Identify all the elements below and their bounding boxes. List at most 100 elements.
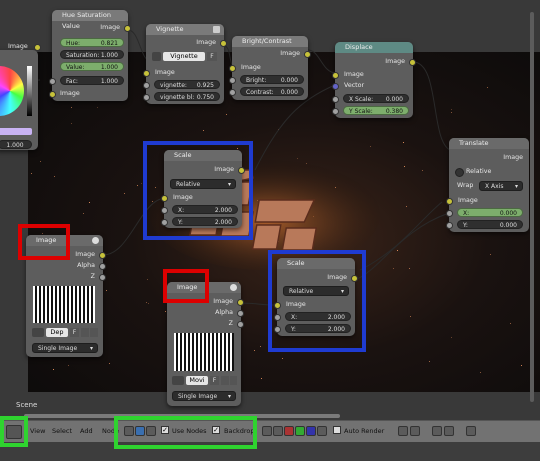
fake-user-toggle[interactable]: F bbox=[70, 328, 79, 337]
alpha-output-label: Alpha bbox=[215, 309, 233, 316]
color-wheel-node[interactable]: Image 1.000 bbox=[0, 43, 41, 150]
color-swatch[interactable] bbox=[0, 128, 32, 135]
backdrop-rgb-icon[interactable] bbox=[273, 426, 283, 436]
x-socket[interactable] bbox=[446, 210, 453, 217]
image-name[interactable]: Movi bbox=[186, 376, 208, 385]
z-output-socket[interactable] bbox=[99, 274, 106, 281]
open-icon[interactable] bbox=[221, 376, 229, 385]
displace-node[interactable]: Displace Image Image Vector X Scale: 0.00… bbox=[332, 42, 416, 118]
image-output-socket[interactable] bbox=[237, 299, 244, 306]
source-select[interactable]: Single Image bbox=[32, 343, 98, 353]
image-input-socket[interactable] bbox=[332, 72, 339, 79]
output-socket[interactable] bbox=[124, 25, 131, 32]
image-datablock[interactable]: Movi F bbox=[172, 376, 238, 386]
image-output-socket[interactable] bbox=[99, 252, 106, 259]
value-field[interactable]: 1.000 bbox=[0, 140, 32, 149]
fake-user-toggle[interactable]: F bbox=[207, 52, 217, 61]
open-icon[interactable] bbox=[81, 328, 89, 337]
bright-contrast-node[interactable]: Bright/Contrast Image Image Bright: 0.000… bbox=[229, 36, 311, 100]
copy-icon[interactable] bbox=[432, 426, 442, 436]
source-select[interactable]: Single Image bbox=[172, 391, 236, 401]
vignette-blur-field[interactable]: vignette bl: 0.750 bbox=[154, 92, 220, 101]
backdrop-channels-icon[interactable] bbox=[262, 426, 272, 436]
output-socket[interactable] bbox=[409, 59, 416, 66]
image-preview bbox=[33, 286, 95, 323]
output-socket[interactable] bbox=[304, 51, 311, 58]
contrast-socket[interactable] bbox=[229, 89, 236, 96]
y-scale-field[interactable]: Y Scale: 0.380 bbox=[343, 106, 409, 115]
output-label: Image bbox=[385, 58, 405, 65]
snap-target-icon[interactable] bbox=[410, 426, 420, 436]
translate-node[interactable]: Translate Image Relative Wrap X Axis Ima… bbox=[446, 138, 529, 232]
snap-icon[interactable] bbox=[398, 426, 408, 436]
menu-add[interactable]: Add bbox=[80, 427, 93, 435]
bright-socket[interactable] bbox=[229, 77, 236, 84]
saturation-field[interactable]: Saturation: 1.000 bbox=[60, 50, 124, 59]
fac-field[interactable]: Fac: 1.000 bbox=[60, 76, 124, 85]
preview-toggle-icon[interactable] bbox=[92, 237, 99, 244]
unlink-icon[interactable] bbox=[230, 376, 237, 385]
preview-toggle-icon[interactable] bbox=[230, 284, 237, 291]
value-slider[interactable] bbox=[27, 66, 32, 116]
node-title[interactable]: Hue Saturation Value bbox=[52, 10, 128, 30]
input-socket[interactable] bbox=[229, 65, 236, 72]
node-title[interactable]: Displace bbox=[335, 42, 413, 53]
backdrop-blue-icon[interactable] bbox=[306, 426, 316, 436]
vertical-scrollbar[interactable] bbox=[530, 12, 534, 402]
image-1-title-highlight bbox=[18, 224, 70, 260]
image-browse-icon[interactable] bbox=[32, 328, 44, 337]
vector-input-socket[interactable] bbox=[332, 83, 339, 90]
contrast-field[interactable]: Contrast: 0.000 bbox=[240, 87, 304, 96]
color-wheel[interactable] bbox=[0, 66, 24, 116]
paste-icon[interactable] bbox=[444, 426, 454, 436]
alpha-output-socket[interactable] bbox=[99, 263, 106, 270]
input-label: Image bbox=[155, 69, 175, 76]
value-field[interactable]: Value: 1.000 bbox=[60, 62, 124, 71]
node-title[interactable]: Bright/Contrast bbox=[232, 36, 308, 47]
menu-select[interactable]: Select bbox=[52, 427, 72, 435]
hue-saturation-node[interactable]: Hue Saturation Value Image Hue: 0.821 Sat… bbox=[49, 10, 131, 101]
relative-checkbox[interactable] bbox=[455, 168, 464, 177]
input-socket[interactable] bbox=[49, 91, 56, 98]
output-socket[interactable] bbox=[220, 40, 227, 47]
alpha-output-label: Alpha bbox=[77, 262, 95, 269]
fac-socket[interactable] bbox=[49, 78, 56, 85]
menu-view[interactable]: View bbox=[30, 427, 45, 435]
group-datablock[interactable]: Vignette F bbox=[152, 52, 218, 62]
alpha-output-socket[interactable] bbox=[237, 310, 244, 317]
wrap-select[interactable]: X Axis bbox=[479, 181, 523, 191]
scale-1-highlight bbox=[143, 141, 253, 240]
node-editor-header: View Select Add Node ✓ Use Nodes ✓ Backd… bbox=[0, 420, 540, 443]
x-scale-socket[interactable] bbox=[332, 96, 339, 103]
vignette-field[interactable]: vignette: 0.925 bbox=[154, 80, 220, 89]
y-scale-socket[interactable] bbox=[332, 108, 339, 115]
backdrop-green-icon[interactable] bbox=[295, 426, 305, 436]
y-field[interactable]: Y: 0.000 bbox=[457, 220, 523, 229]
backdrop-alpha-icon[interactable] bbox=[317, 426, 327, 436]
unlink-icon[interactable] bbox=[90, 328, 98, 337]
auto-render-label[interactable]: Auto Render bbox=[344, 427, 384, 435]
node-editor[interactable]: Image 1.000 Hue Saturation Value Image H… bbox=[0, 0, 540, 420]
backdrop-red-icon[interactable] bbox=[284, 426, 294, 436]
fake-user-toggle[interactable]: F bbox=[210, 376, 219, 385]
output-socket[interactable] bbox=[34, 44, 41, 51]
image-browse-icon[interactable] bbox=[172, 376, 184, 385]
x-scale-field[interactable]: X Scale: 0.000 bbox=[343, 94, 409, 103]
image-datablock[interactable]: Dep F bbox=[32, 328, 98, 338]
render-layers-icon[interactable] bbox=[466, 426, 476, 436]
vignette-blur-socket[interactable] bbox=[143, 94, 150, 101]
node-group-icon[interactable] bbox=[213, 26, 220, 33]
bright-field[interactable]: Bright: 0.000 bbox=[240, 75, 304, 84]
input-socket[interactable] bbox=[446, 198, 453, 205]
hue-field[interactable]: Hue: 0.821 bbox=[60, 38, 124, 47]
auto-render-checkbox[interactable] bbox=[333, 426, 341, 434]
y-socket[interactable] bbox=[446, 222, 453, 229]
image-name[interactable]: Dep bbox=[46, 328, 68, 337]
x-field[interactable]: X: 0.000 bbox=[457, 208, 523, 217]
vignette-socket[interactable] bbox=[143, 82, 150, 89]
z-output-socket[interactable] bbox=[237, 321, 244, 328]
input-socket[interactable] bbox=[143, 70, 150, 77]
vignette-node[interactable]: Vignette Image Vignette F Image vignette… bbox=[143, 24, 227, 104]
node-title[interactable]: Translate bbox=[449, 138, 529, 149]
group-name[interactable]: Vignette bbox=[163, 52, 205, 61]
